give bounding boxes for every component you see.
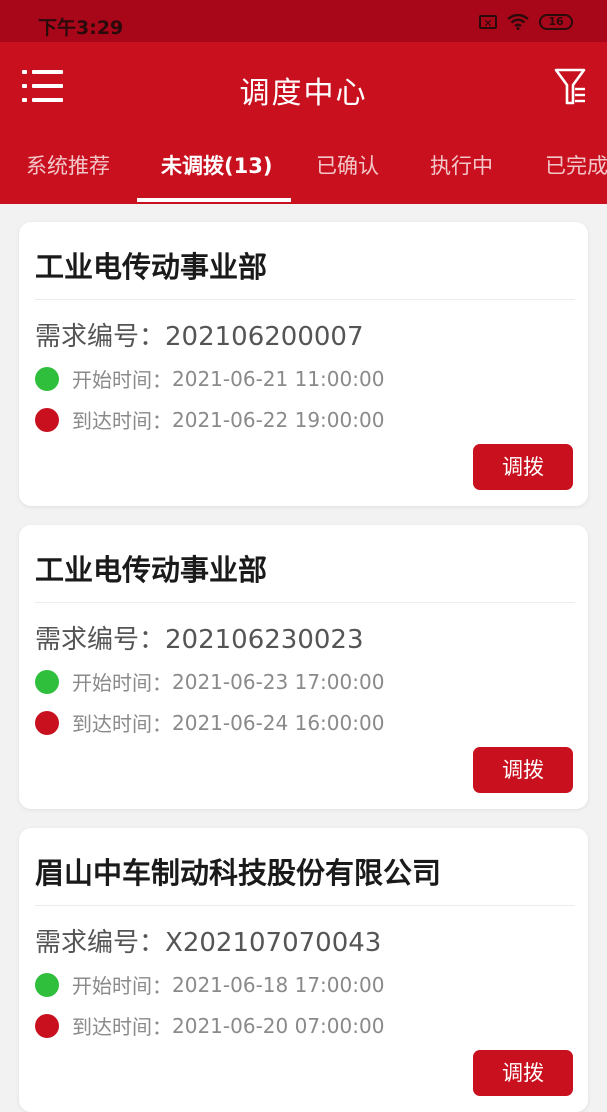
page-title: 调度中心 xyxy=(239,76,368,111)
divider xyxy=(35,299,575,300)
allocate-button[interactable]: 调拨 xyxy=(473,1050,573,1096)
start-dot-icon xyxy=(35,669,59,694)
divider xyxy=(35,905,575,906)
company-name: 工业电传动事业部 xyxy=(35,553,268,587)
divider xyxy=(35,602,575,603)
start-time-row: 开始时间： 2021-06-18 17:00:00 xyxy=(35,970,384,999)
arrive-dot-icon xyxy=(35,710,59,735)
tab-indicator xyxy=(137,198,291,202)
company-name: 工业电传动事业部 xyxy=(35,250,268,284)
tab-confirmed[interactable]: 已确认 xyxy=(316,150,379,180)
demand-number: 需求编号：X202107070043 xyxy=(35,928,382,958)
status-icons: ✕ 16 xyxy=(479,14,573,30)
allocate-button[interactable]: 调拨 xyxy=(473,747,573,793)
wifi-icon xyxy=(507,14,529,30)
allocate-button[interactable]: 调拨 xyxy=(473,444,573,490)
company-name: 眉山中车制动科技股份有限公司 xyxy=(35,856,442,890)
start-time-row: 开始时间： 2021-06-23 17:00:00 xyxy=(35,667,384,696)
tab-unallocated[interactable]: 未调拨(13) xyxy=(161,150,272,180)
arrive-time-row: 到达时间： 2021-06-22 19:00:00 xyxy=(35,405,384,434)
arrive-dot-icon xyxy=(35,1013,59,1038)
dispatch-card[interactable]: 工业电传动事业部 需求编号：202106230023 开始时间： 2021-06-… xyxy=(19,525,588,809)
dispatch-card[interactable]: 工业电传动事业部 需求编号：202106200007 开始时间： 2021-06-… xyxy=(19,222,588,506)
dispatch-card[interactable]: 眉山中车制动科技股份有限公司 需求编号：X202107070043 开始时间： 2… xyxy=(19,828,588,1112)
start-dot-icon xyxy=(35,972,59,997)
arrive-dot-icon xyxy=(35,407,59,432)
battery-icon: 16 xyxy=(539,14,573,30)
sim-icon: ✕ xyxy=(479,15,497,30)
status-time: 下午3:29 xyxy=(38,17,124,39)
tab-completed[interactable]: 已完成 xyxy=(545,150,607,180)
tab-system-recommend[interactable]: 系统推荐 xyxy=(26,150,110,180)
filter-icon[interactable] xyxy=(553,65,587,109)
tab-in-progress[interactable]: 执行中 xyxy=(430,150,493,180)
start-dot-icon xyxy=(35,366,59,391)
arrive-time-row: 到达时间： 2021-06-20 07:00:00 xyxy=(35,1011,384,1040)
tab-bar: 系统推荐 未调拨(13) 已确认 执行中 已完成 xyxy=(0,138,607,204)
start-time-row: 开始时间： 2021-06-21 11:00:00 xyxy=(35,364,384,393)
app-header: 调度中心 系统推荐 未调拨(13) 已确认 执行中 已完成 xyxy=(0,42,607,204)
demand-number: 需求编号：202106200007 xyxy=(35,322,364,352)
status-bar: 下午3:29 ✕ 16 xyxy=(0,0,607,42)
arrive-time-row: 到达时间： 2021-06-24 16:00:00 xyxy=(35,708,384,737)
demand-number: 需求编号：202106230023 xyxy=(35,625,364,655)
